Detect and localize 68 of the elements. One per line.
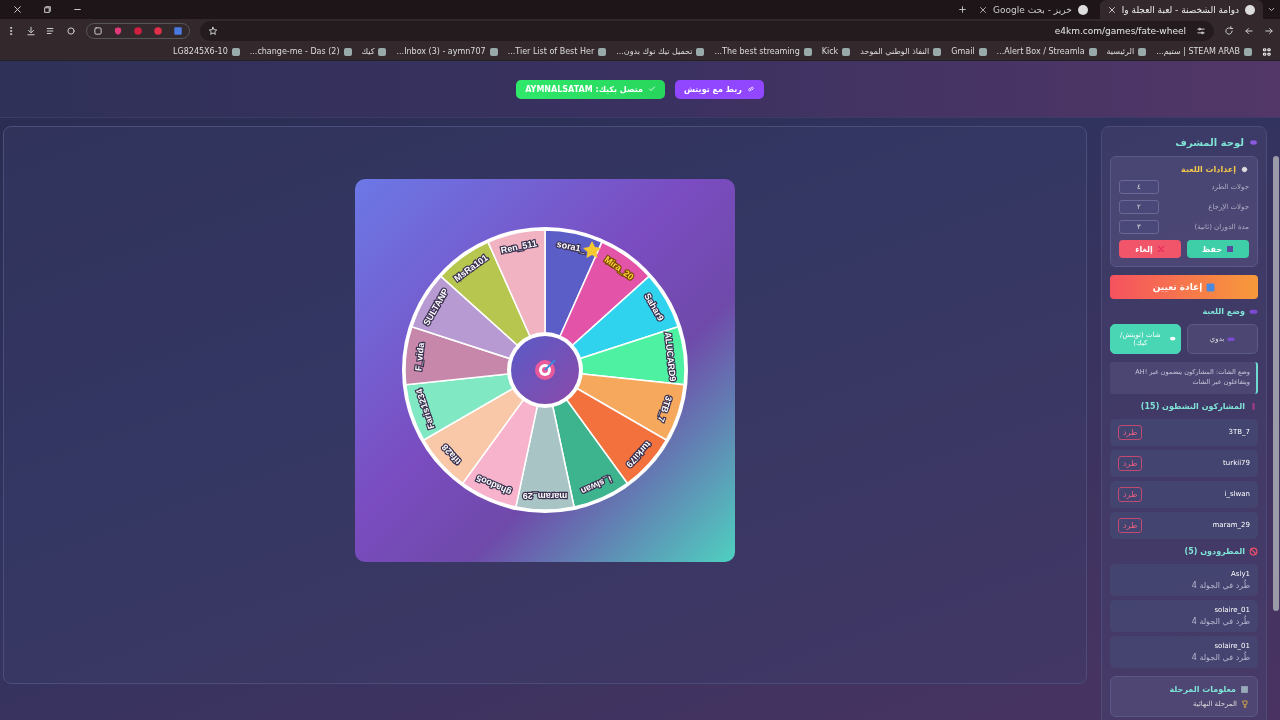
browser-tab[interactable]: دوامة الشخصنة - لعبة العجلة وا xyxy=(1099,0,1263,19)
segment-label: 3TB_7 xyxy=(655,394,674,424)
segment-label: sora1_ xyxy=(555,238,587,255)
trophy-icon xyxy=(1241,699,1249,708)
close-icon xyxy=(1107,5,1116,14)
segment-label: maram_29 xyxy=(522,491,568,501)
segment-label: F_vida xyxy=(413,342,427,372)
favicon-icon xyxy=(1245,4,1255,15)
section-title: إعدادات اللعبة xyxy=(1181,165,1236,174)
browser-tab[interactable]: خريز - بحث Google xyxy=(971,0,1096,19)
scrollbar[interactable] xyxy=(1273,156,1279,611)
restore-icon xyxy=(42,5,52,14)
bookmark-icon xyxy=(1088,47,1097,56)
segment-label: ALUCARD9 xyxy=(662,331,678,382)
bookmark-icon xyxy=(803,47,812,56)
bookmark[interactable]: LG8245X6-10 xyxy=(173,47,240,56)
section-title: المشاركون النشطون (15) xyxy=(1140,401,1245,411)
bookmark[interactable]: (2) change-me - Das... xyxy=(249,47,352,56)
panel-title-text: لوحة المشرف xyxy=(1175,137,1244,148)
target-icon xyxy=(535,359,556,380)
bookmark-icon xyxy=(489,47,498,56)
star-icon xyxy=(208,26,218,36)
bookmark[interactable]: Gmail xyxy=(951,47,987,56)
bookmark-icon xyxy=(598,47,607,56)
bookmark-icon xyxy=(1138,47,1147,56)
bookmark[interactable]: النفاذ الوطني الموحد xyxy=(860,47,942,56)
bookmark-icon xyxy=(1244,47,1252,56)
url-text: e4km.com/games/fate-wheel xyxy=(1054,26,1186,36)
bookmark-icon xyxy=(842,47,851,56)
bookmark[interactable]: Inbox (3) - aymn707... xyxy=(396,47,498,56)
bookmark[interactable]: The best streaming... xyxy=(714,47,812,56)
playlist-icon xyxy=(46,26,56,36)
connect-button[interactable]: ربط مع تويتش xyxy=(675,79,764,99)
forward-icon xyxy=(1264,26,1274,36)
new-tab-icon xyxy=(958,5,968,14)
bookmark-icon xyxy=(231,47,240,56)
site-settings-icon xyxy=(1196,26,1206,36)
shield-icon xyxy=(113,26,123,36)
segment-label: Ren_511 xyxy=(499,238,538,256)
bookmark-icon xyxy=(343,47,352,56)
link-icon xyxy=(746,85,755,93)
bookmark-icon xyxy=(978,47,987,56)
bookmark-icon xyxy=(696,47,705,56)
prohibited-icon xyxy=(1249,546,1258,556)
bookmark[interactable]: تحميل تيك توك بدون... xyxy=(616,47,705,56)
bookmark[interactable]: كيك xyxy=(361,47,387,56)
cross-icon xyxy=(1156,245,1165,253)
bookmark[interactable]: Kick xyxy=(821,47,851,56)
address-bar[interactable]: e4km.com/games/fate-wheel xyxy=(200,21,1214,41)
section-title: المطرودون (5) xyxy=(1184,546,1245,556)
download-icon xyxy=(26,26,36,36)
section-title: وضع اللعبة xyxy=(1202,307,1245,316)
bookmark[interactable]: STEAM ARAB | ستيم... xyxy=(1156,47,1252,56)
star-icon xyxy=(583,241,601,258)
chevron-down-icon xyxy=(1267,5,1276,14)
bookmark[interactable]: Tier List of Best Her... xyxy=(507,47,607,56)
bookmark[interactable]: الرئيسية xyxy=(1106,47,1147,56)
check-icon xyxy=(648,85,657,93)
close-icon xyxy=(979,5,988,14)
section-title: معلومات المرحلة xyxy=(1169,684,1236,694)
bookmark[interactable]: Alert Box / Streamla... xyxy=(996,47,1097,56)
bookmark-icon xyxy=(933,47,942,56)
favicon-icon xyxy=(1077,4,1088,15)
reload-icon xyxy=(1224,26,1234,36)
back-icon xyxy=(1244,26,1254,36)
close-icon xyxy=(12,5,22,14)
apps-grid-icon xyxy=(1262,46,1272,57)
bookmark-icon xyxy=(378,47,387,56)
